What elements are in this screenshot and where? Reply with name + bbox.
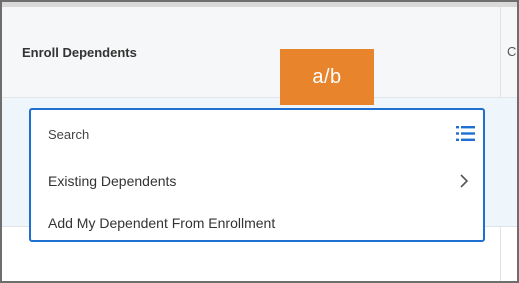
screenshot-frame: Enroll Dependents C Search Existing Depe… [0, 0, 519, 283]
list-icon[interactable] [456, 126, 475, 141]
prompt-dropdown[interactable]: Search Existing Dependents Add My Depend… [29, 108, 485, 242]
menu-item-add-dependent-from-enrollment[interactable]: Add My Dependent From Enrollment [31, 208, 483, 238]
step-badge: a/b [280, 49, 374, 105]
menu-item-label: Existing Dependents [48, 173, 177, 189]
search-input[interactable]: Search [48, 127, 89, 142]
column-header-enroll-dependents: Enroll Dependents [22, 45, 137, 60]
menu-item-existing-dependents[interactable]: Existing Dependents [31, 166, 483, 196]
menu-item-label: Add My Dependent From Enrollment [48, 215, 276, 231]
next-column-header: C [507, 44, 517, 59]
chevron-right-icon [460, 174, 469, 188]
